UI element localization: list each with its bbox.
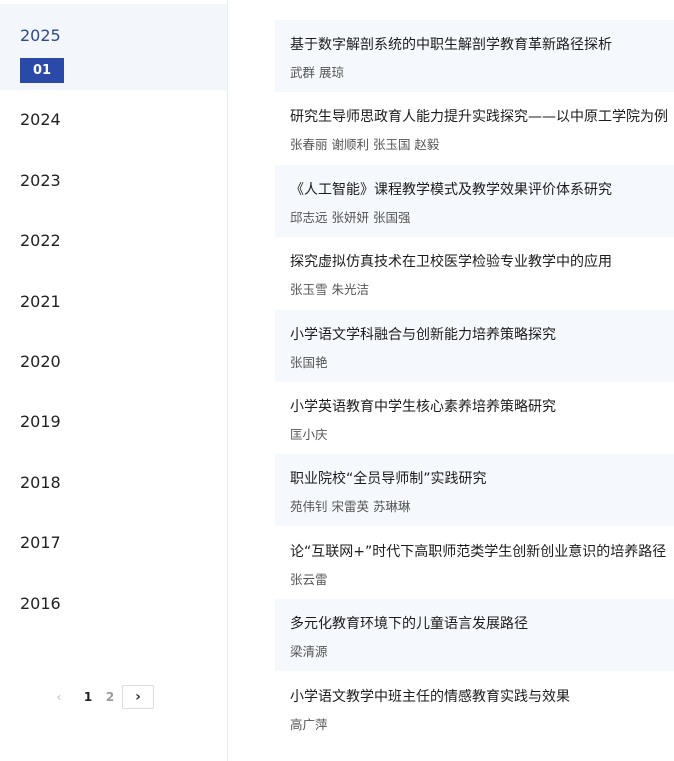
article-authors: 张玉雪 朱光洁: [290, 282, 369, 297]
article-item[interactable]: 多元化教育环境下的儿童语言发展路径 梁清源: [275, 599, 674, 671]
year-item[interactable]: 2022: [20, 231, 61, 250]
article-item[interactable]: 探究虚拟仿真技术在卫校医学检验专业教学中的应用 张玉雪 朱光洁: [275, 237, 674, 309]
article-authors: 邱志远 张妍妍 张国强: [290, 210, 411, 225]
page-button-1[interactable]: 1: [78, 685, 98, 709]
prev-page-icon[interactable]: ‹: [48, 685, 70, 709]
article-item[interactable]: 小学语文教学中班主任的情感教育实践与效果 高广萍: [275, 672, 674, 744]
page-button-2[interactable]: 2: [100, 685, 120, 709]
article-item[interactable]: 《人工智能》课程教学模式及教学效果评价体系研究 邱志远 张妍妍 张国强: [275, 165, 674, 237]
article-item[interactable]: 论“互联网+”时代下高职师范类学生创新创业意识的培养路径 张云雷: [275, 527, 674, 599]
year-sidebar: 2025 01 2024 2023 2022 2021 2020 2019 20…: [0, 0, 228, 761]
article-authors: 张云雷: [290, 572, 328, 587]
article-title[interactable]: 小学语文教学中班主任的情感教育实践与效果: [290, 686, 570, 706]
article-authors: 梁清源: [290, 644, 328, 659]
article-title[interactable]: 小学语文学科融合与创新能力培养策略探究: [290, 324, 556, 344]
article-title[interactable]: 多元化教育环境下的儿童语言发展路径: [290, 613, 528, 633]
article-title[interactable]: 探究虚拟仿真技术在卫校医学检验专业教学中的应用: [290, 251, 612, 271]
article-authors: 张春丽 谢顺利 张玉国 赵毅: [290, 137, 440, 152]
article-item[interactable]: 基于数字解剖系统的中职生解剖学教育革新路径探析 武群 展琼: [275, 20, 674, 92]
year-item[interactable]: 2024: [20, 110, 61, 129]
year-item[interactable]: 2021: [20, 292, 61, 311]
article-item[interactable]: 小学语文学科融合与创新能力培养策略探究 张国艳: [275, 310, 674, 382]
article-authors: 武群 展琼: [290, 65, 344, 80]
article-title[interactable]: 职业院校“全员导师制”实践研究: [290, 468, 487, 488]
article-item[interactable]: 研究生导师思政育人能力提升实践探究——以中原工学院为例 张春丽 谢顺利 张玉国 …: [275, 92, 674, 164]
year-item[interactable]: 2020: [20, 352, 61, 371]
article-item[interactable]: 小学英语教育中学生核心素养培养策略研究 匡小庆: [275, 382, 674, 454]
article-item[interactable]: 职业院校“全员导师制”实践研究 苑伟钊 宋雷英 苏琳琳: [275, 454, 674, 526]
year-label-active[interactable]: 2025: [20, 26, 61, 45]
year-item-active[interactable]: 2025 01: [0, 4, 227, 90]
article-title[interactable]: 小学英语教育中学生核心素养培养策略研究: [290, 396, 556, 416]
article-title[interactable]: 基于数字解剖系统的中职生解剖学教育革新路径探析: [290, 34, 612, 54]
article-title[interactable]: 《人工智能》课程教学模式及教学效果评价体系研究: [290, 179, 612, 199]
year-item[interactable]: 2019: [20, 412, 61, 431]
article-authors: 苑伟钊 宋雷英 苏琳琳: [290, 499, 411, 514]
article-authors: 张国艳: [290, 355, 328, 370]
next-page-button[interactable]: ›: [122, 685, 154, 709]
year-item[interactable]: 2016: [20, 594, 61, 613]
article-title[interactable]: 论“互联网+”时代下高职师范类学生创新创业意识的培养路径: [290, 541, 666, 561]
article-title[interactable]: 研究生导师思政育人能力提升实践探究——以中原工学院为例: [290, 106, 668, 126]
year-item[interactable]: 2018: [20, 473, 61, 492]
article-authors: 匡小庆: [290, 427, 328, 442]
year-item[interactable]: 2017: [20, 533, 61, 552]
article-authors: 高广萍: [290, 717, 328, 732]
year-item[interactable]: 2023: [20, 171, 61, 190]
issue-badge[interactable]: 01: [20, 58, 64, 83]
